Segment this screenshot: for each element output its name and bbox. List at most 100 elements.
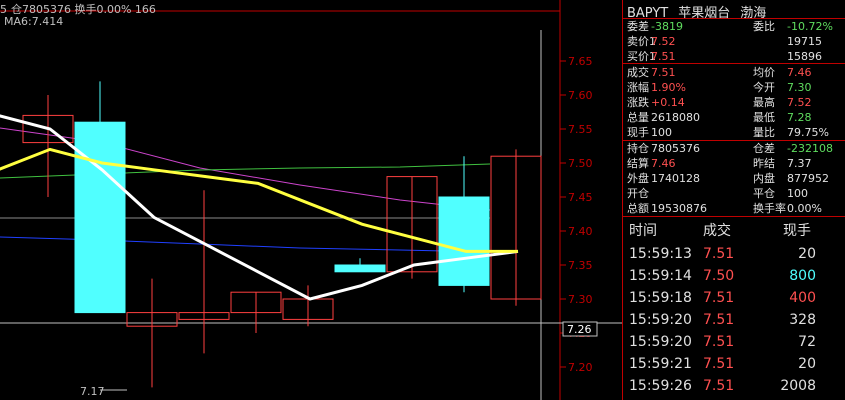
tick-row[interactable]: 15:59:26 7.51 2008	[623, 375, 845, 397]
tick-time: 15:59:20	[629, 312, 692, 328]
quote-value: 7.37	[787, 157, 812, 170]
divider	[623, 63, 845, 64]
tick-time: 15:59:14	[629, 268, 692, 284]
tick-header-price: 成交	[703, 223, 731, 239]
quote-row: 持仓 7805376 仓差 -232108	[623, 142, 845, 155]
quote-label: 现手	[627, 126, 649, 139]
quote-label: 开仓	[627, 187, 649, 200]
quote-value: 7.51	[651, 50, 676, 63]
tick-row[interactable]: 15:59:14 7.50 800	[623, 265, 845, 287]
quote-value: 0.00%	[787, 202, 822, 215]
quote-value: +0.14	[651, 96, 685, 109]
tick-price: 7.51	[703, 246, 735, 262]
low-price-label: 7.17	[80, 385, 105, 398]
quote-label: 量比	[753, 126, 775, 139]
quote-row: 外盘 1740128 内盘 877952	[623, 172, 845, 185]
tick-price: 7.51	[703, 312, 735, 328]
quote-row: 结算 7.46 昨结 7.37	[623, 157, 845, 170]
divider	[623, 140, 845, 141]
quote-label: 委差	[627, 20, 649, 33]
tick-price: 7.50	[703, 268, 735, 284]
tick-price: 7.51	[703, 378, 735, 394]
tick-volume: 328	[789, 312, 816, 328]
tick-volume: 20	[798, 356, 816, 372]
candle-body	[334, 264, 386, 273]
tick-row[interactable]: 15:59:18 7.51 400	[623, 287, 845, 309]
quote-value: 19530876	[651, 202, 707, 215]
divider	[623, 216, 845, 217]
quote-row: 开仓 平仓 100	[623, 187, 845, 200]
quote-value: 2618080	[651, 111, 700, 124]
axis-tick-label: 7.40	[568, 225, 593, 238]
quote-value: 1740128	[651, 172, 700, 185]
quote-value: 19715	[787, 35, 822, 48]
tick-header-volume: 现手	[783, 223, 811, 239]
kline-chart[interactable]: 7.657.607.557.507.457.407.357.307.257.20…	[0, 0, 622, 400]
quote-label: 仓差	[753, 142, 775, 155]
quote-value: -3819	[651, 20, 683, 33]
quote-row: 买价1 7.51 15896	[623, 50, 845, 63]
tick-price: 7.51	[703, 356, 735, 372]
tick-time: 15:59:20	[629, 334, 692, 350]
quote-label: 最高	[753, 96, 775, 109]
quote-value: 15896	[787, 50, 822, 63]
tick-row[interactable]: 15:59:13 7.51 20	[623, 243, 845, 265]
quote-panel: BAPYT 苹果烟台 渤海 委差 -3819 委比 -10.72% 卖价1 7.52 19715…	[622, 0, 845, 400]
quote-row: 涨幅 1.90% 今开 7.30	[623, 81, 845, 94]
tick-volume: 400	[789, 290, 816, 306]
quote-label: 今开	[753, 81, 775, 94]
quote-label: 结算	[627, 157, 649, 170]
axis-tick-label: 7.20	[568, 361, 593, 374]
quote-value: 7.52	[651, 35, 676, 48]
kline-chart-panel[interactable]: 7.657.607.557.507.457.407.357.307.257.20…	[0, 0, 622, 400]
quote-label: 内盘	[753, 172, 775, 185]
axis-tick-label: 7.45	[568, 191, 593, 204]
quote-value: 100	[651, 126, 672, 139]
ma-indicator-label: MA6:7.414	[4, 15, 64, 28]
candle-body	[438, 196, 490, 286]
tick-row[interactable]: 15:59:20 7.51 328	[623, 309, 845, 331]
quote-value: 7805376	[651, 142, 700, 155]
quote-label: 均价	[753, 66, 775, 79]
tick-time: 15:59:18	[629, 290, 692, 306]
quote-label: 换手率	[753, 202, 786, 215]
quote-value: 7.52	[787, 96, 812, 109]
quote-value: 7.46	[651, 157, 676, 170]
quote-value: 7.46	[787, 66, 812, 79]
quote-row: 总量 2618080 最低 7.28	[623, 111, 845, 124]
axis-tick-label: 7.30	[568, 293, 593, 306]
tick-price: 7.51	[703, 334, 735, 350]
quote-label: 涨跌	[627, 96, 649, 109]
axis-tick-label: 7.50	[568, 157, 593, 170]
quote-value: 7.28	[787, 111, 812, 124]
quote-row: 卖价1 7.52 19715	[623, 35, 845, 48]
tick-header-time: 时间	[629, 223, 657, 239]
tick-volume: 800	[789, 268, 816, 284]
quote-label: 委比	[753, 20, 775, 33]
quote-label: 成交	[627, 66, 649, 79]
quote-value: -232108	[787, 142, 833, 155]
tick-time: 15:59:26	[629, 378, 692, 394]
quote-value: 7.51	[651, 66, 676, 79]
quote-value: 1.90%	[651, 81, 686, 94]
quote-row: 总额 19530876 换手率 0.00%	[623, 202, 845, 215]
tick-volume: 20	[798, 246, 816, 262]
quote-label: 总量	[627, 111, 649, 124]
quote-label: 持仓	[627, 142, 649, 155]
axis-tick-label: 7.35	[568, 259, 593, 272]
tick-volume: 72	[798, 334, 816, 350]
quote-label: 平仓	[753, 187, 775, 200]
quote-row: 现手 100 量比 79.75%	[623, 126, 845, 139]
quote-row: 成交 7.51 均价 7.46	[623, 66, 845, 79]
quote-value: 877952	[787, 172, 829, 185]
current-price-value: 7.26	[567, 323, 592, 336]
divider	[623, 18, 845, 19]
quote-label: 外盘	[627, 172, 649, 185]
tick-time: 15:59:21	[629, 356, 692, 372]
tick-row[interactable]: 15:59:21 7.51 20	[623, 353, 845, 375]
quote-value: 100	[787, 187, 808, 200]
tick-price: 7.51	[703, 290, 735, 306]
tick-row[interactable]: 15:59:20 7.51 72	[623, 331, 845, 353]
quote-value: 7.30	[787, 81, 812, 94]
axis-tick-label: 7.55	[568, 123, 593, 136]
